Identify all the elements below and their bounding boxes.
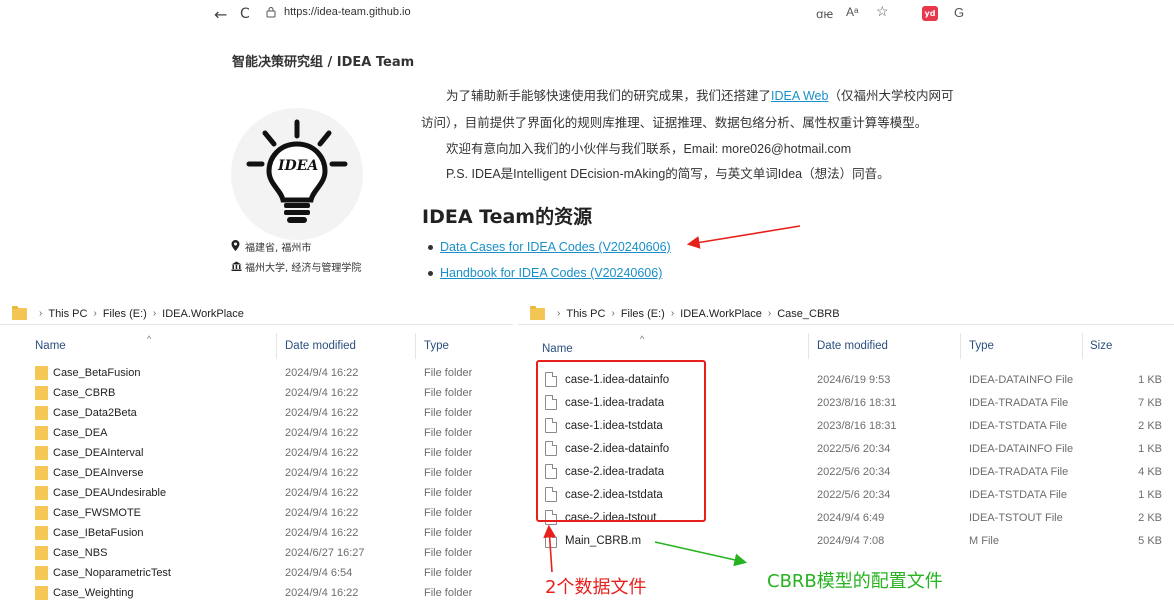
- annotation-data-files: 2个数据文件: [545, 577, 647, 598]
- arrow-to-data-cases: [686, 225, 801, 249]
- arrow-to-main-file: [654, 541, 748, 567]
- annotation-arrows: [543, 225, 801, 573]
- arrow-to-highlight: [543, 524, 557, 573]
- annotation-config-file: CBRB模型的配置文件: [767, 571, 943, 592]
